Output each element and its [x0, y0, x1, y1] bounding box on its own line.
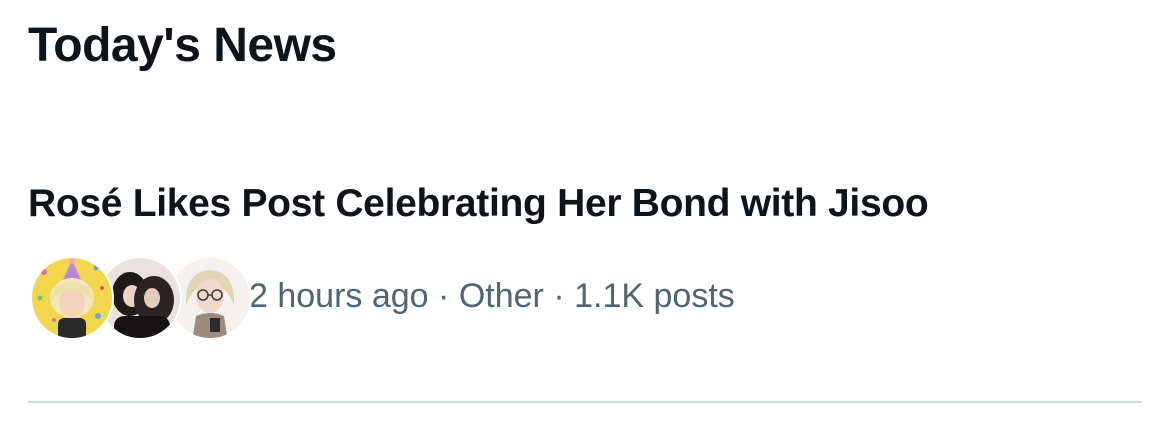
news-item[interactable]: Rosé Likes Post Celebrating Her Bond wit…	[0, 160, 1170, 405]
news-headline: Rosé Likes Post Celebrating Her Bond wit…	[28, 182, 929, 225]
news-time: 2 hours ago	[249, 277, 429, 315]
meta-separator: ·	[553, 277, 565, 315]
meta-separator: ·	[438, 277, 450, 315]
section-title: Today's News	[28, 19, 337, 72]
avatar-group	[30, 256, 252, 340]
news-category: Other	[458, 277, 544, 315]
avatar-photo-blonde-party-hat	[32, 258, 112, 338]
avatar-photo-glasses	[170, 258, 250, 338]
divider	[28, 401, 1142, 403]
avatar	[30, 256, 114, 340]
news-meta: 2 hours ago · Other · 1.1K posts	[249, 274, 735, 318]
news-post-count: 1.1K posts	[574, 277, 735, 315]
